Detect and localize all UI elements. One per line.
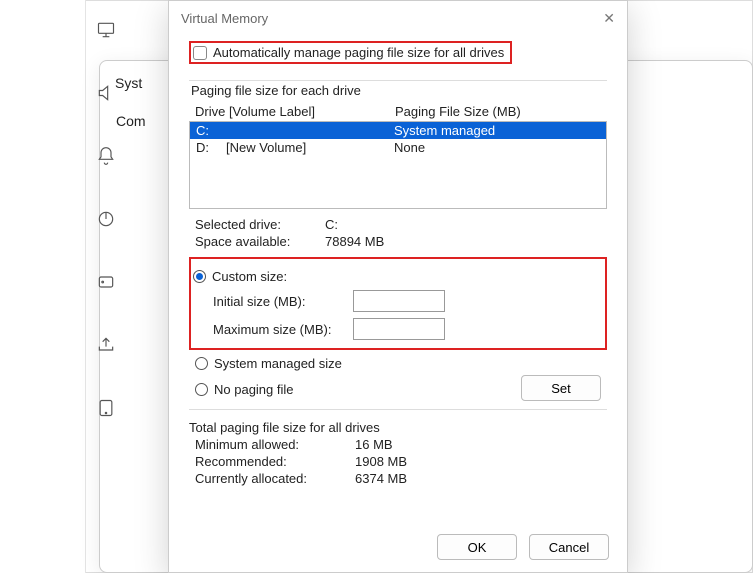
set-button[interactable]: Set xyxy=(521,375,601,401)
divider xyxy=(189,409,607,410)
drive-row[interactable]: C:System managed xyxy=(190,122,606,139)
virtual-memory-dialog: Virtual Memory ✕ Automatically manage pa… xyxy=(168,0,628,573)
drive-row[interactable]: D:[New Volume]None xyxy=(190,139,606,156)
bg-subtitle: Com xyxy=(116,113,146,129)
system-managed-radio[interactable] xyxy=(195,357,208,370)
storage-icon xyxy=(96,272,116,297)
recommended-value: 1908 MB xyxy=(355,454,407,469)
maximum-size-input[interactable] xyxy=(353,318,445,340)
drive-list-header: Drive [Volume Label] Paging File Size (M… xyxy=(195,104,607,119)
left-rail xyxy=(0,0,86,573)
auto-manage-highlight: Automatically manage paging file size fo… xyxy=(189,41,512,64)
power-icon xyxy=(96,209,116,234)
min-allowed-label: Minimum allowed: xyxy=(195,437,355,452)
ok-button[interactable]: OK xyxy=(437,534,517,560)
total-label: Total paging file size for all drives xyxy=(189,420,607,435)
space-available-label: Space available: xyxy=(195,234,325,249)
maximum-size-label: Maximum size (MB): xyxy=(213,322,353,337)
selected-drive-value: C: xyxy=(325,217,338,232)
close-icon[interactable]: ✕ xyxy=(603,10,615,27)
paging-size-group: Paging file size for each drive Drive [V… xyxy=(189,80,607,401)
sound-icon xyxy=(96,83,116,108)
selected-drive-label: Selected drive: xyxy=(195,217,325,232)
current-allocated-label: Currently allocated: xyxy=(195,471,355,486)
system-managed-label: System managed size xyxy=(214,356,342,371)
monitor-icon xyxy=(96,20,116,45)
drive-list[interactable]: C:System managedD:[New Volume]None xyxy=(189,121,607,209)
auto-manage-checkbox[interactable] xyxy=(193,46,207,60)
share-icon xyxy=(96,335,116,360)
size-col-header: Paging File Size (MB) xyxy=(395,104,521,119)
drive-col-header: Drive [Volume Label] xyxy=(195,104,395,119)
no-paging-radio[interactable] xyxy=(195,383,208,396)
custom-size-label: Custom size: xyxy=(212,269,287,284)
group-label: Paging file size for each drive xyxy=(189,83,363,98)
custom-size-highlight: Custom size: Initial size (MB): Maximum … xyxy=(189,257,607,350)
min-allowed-value: 16 MB xyxy=(355,437,393,452)
dialog-buttons: OK Cancel xyxy=(437,534,609,560)
current-allocated-value: 6374 MB xyxy=(355,471,407,486)
bg-title: Syst xyxy=(115,75,142,91)
sidebar-icons xyxy=(96,20,116,423)
dialog-title: Virtual Memory xyxy=(181,11,268,26)
dialog-titlebar: Virtual Memory ✕ xyxy=(169,1,627,35)
no-paging-label: No paging file xyxy=(214,382,294,397)
auto-manage-label: Automatically manage paging file size fo… xyxy=(213,45,504,60)
cancel-button[interactable]: Cancel xyxy=(529,534,609,560)
recommended-label: Recommended: xyxy=(195,454,355,469)
tablet-icon xyxy=(96,398,116,423)
total-group: Total paging file size for all drives Mi… xyxy=(189,420,607,486)
custom-size-radio[interactable] xyxy=(193,270,206,283)
bell-icon xyxy=(96,146,116,171)
initial-size-label: Initial size (MB): xyxy=(213,294,353,309)
initial-size-input[interactable] xyxy=(353,290,445,312)
space-available-value: 78894 MB xyxy=(325,234,384,249)
